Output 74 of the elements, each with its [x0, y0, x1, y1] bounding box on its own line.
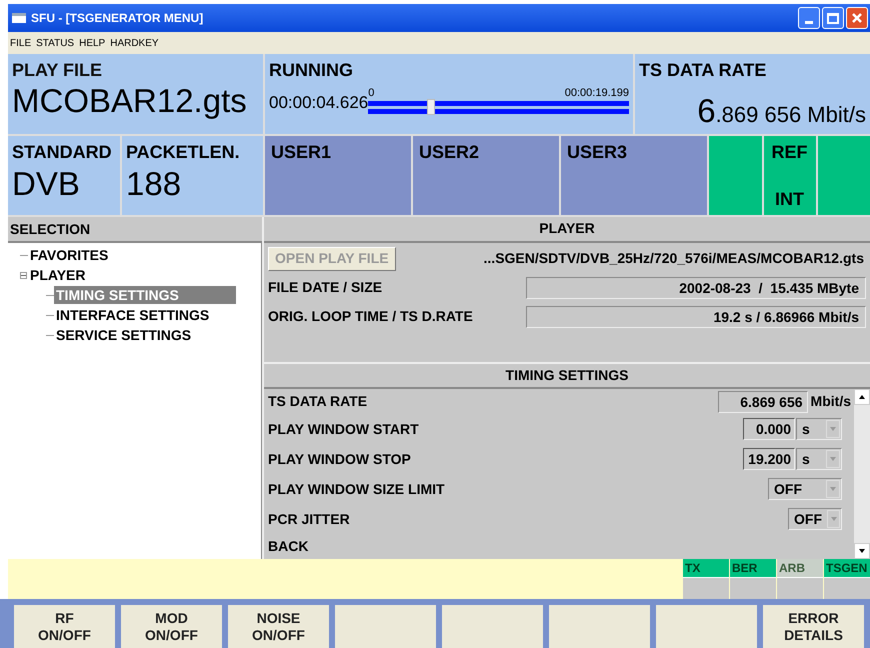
field-value: 2002-08-23 / 15.435 MByte [526, 276, 866, 299]
panel-label: STANDARD [12, 142, 113, 162]
close-icon [851, 12, 863, 24]
slider-end-label: 00:00:19.199 [564, 88, 629, 99]
setting-value: 6.869 656 [718, 390, 808, 412]
status-indicator: BER [730, 559, 776, 577]
tree-item[interactable]: FAVORITES [28, 246, 110, 264]
elapsed-time: 00:00:04.626 [269, 92, 368, 114]
status-indicator: ARB [777, 559, 823, 577]
down-arrow-icon [859, 549, 865, 553]
unit-dropdown[interactable]: s [796, 418, 842, 440]
tree-item[interactable]: TIMING SETTINGS [54, 286, 236, 304]
setting-label: PLAY WINDOW SIZE LIMIT [268, 480, 446, 498]
data-rate-value: 6.869 656 Mbit/s [697, 91, 866, 131]
setting-label: TS DATA RATE [268, 392, 368, 411]
field-label: FILE DATE / SIZE [268, 278, 384, 298]
menu-item[interactable]: HELP [79, 36, 106, 50]
window-title: SFU - [TSGENERATOR MENU] [31, 10, 204, 27]
user-key[interactable]: USER3 [561, 136, 707, 215]
section-header: TIMING SETTINGS [264, 362, 870, 389]
panel-value: DVB [12, 164, 81, 204]
panel-label: RUNNING [269, 60, 354, 80]
indicator-lamp [730, 577, 776, 599]
indicator-lamp [824, 577, 870, 599]
scroll-down-button[interactable] [854, 543, 870, 559]
ref-label: REF [772, 142, 808, 162]
setting-label: PCR JITTER [268, 510, 351, 528]
tree-item[interactable]: INTERFACE SETTINGS [54, 306, 212, 324]
panel-label: PACKETLEN. [126, 142, 241, 162]
user-key[interactable]: USER2 [413, 136, 559, 215]
minimize-button[interactable] [798, 7, 820, 29]
maximize-button[interactable] [822, 7, 844, 29]
tree-item[interactable]: SERVICE SETTINGS [54, 326, 194, 344]
indicator-lamp [683, 577, 729, 599]
status-indicator: TX [683, 559, 729, 577]
softkey[interactable]: ERROR DETAILS [763, 605, 864, 648]
number-field[interactable]: 19.200 [743, 448, 795, 470]
tree-item[interactable]: PLAYER [28, 266, 88, 284]
slider-start-label: 0 [368, 88, 374, 99]
scroll-up-button[interactable] [854, 389, 870, 405]
field-label: ORIG. LOOP TIME / TS D.RATE [268, 307, 474, 326]
menu-item[interactable]: HARDKEY [110, 36, 159, 50]
scrollbar[interactable] [854, 389, 870, 559]
play-file-name: MCOBAR12.gts [12, 81, 248, 121]
slider-thumb[interactable] [426, 99, 435, 115]
section-header: SELECTION [8, 217, 262, 243]
menu-item[interactable]: FILE [10, 36, 32, 50]
number-field[interactable]: 0.000 [743, 418, 795, 440]
back-link[interactable]: BACK [268, 536, 854, 557]
softkey[interactable]: RF ON/OFF [14, 605, 115, 648]
close-button[interactable] [846, 7, 868, 29]
status-indicator: TSGEN [824, 559, 870, 577]
ref-value: INT [775, 189, 804, 209]
collapse-icon[interactable] [20, 272, 27, 278]
softkey[interactable]: MOD ON/OFF [121, 605, 222, 648]
panel-value: 188 [126, 164, 182, 204]
field-value: 19.2 s / 6.86966 Mbit/s [526, 306, 866, 328]
window-icon [12, 13, 26, 23]
setting-label: PLAY WINDOW START [268, 420, 420, 438]
file-path: ...SGEN/SDTV/DVB_25Hz/720_576i/MEAS/MCOBAR12.gts [484, 249, 865, 268]
panel-label: PLAY FILE [12, 60, 104, 80]
user-key[interactable]: USER1 [265, 136, 411, 215]
up-arrow-icon [859, 395, 865, 399]
menu-item[interactable]: STATUS [36, 36, 74, 50]
panel-label: TS DATA RATE [639, 60, 768, 80]
indicator-lamp [777, 577, 823, 599]
unit-label: Mbit/s [810, 392, 852, 411]
setting-label: PLAY WINDOW STOP [268, 450, 412, 468]
softkey[interactable]: NOISE ON/OFF [228, 605, 329, 648]
section-header: PLAYER [264, 217, 870, 243]
unit-dropdown[interactable]: OFF [788, 508, 842, 530]
unit-dropdown[interactable]: OFF [768, 478, 842, 500]
unit-dropdown[interactable]: s [796, 448, 842, 470]
progress-slider[interactable] [368, 99, 629, 115]
